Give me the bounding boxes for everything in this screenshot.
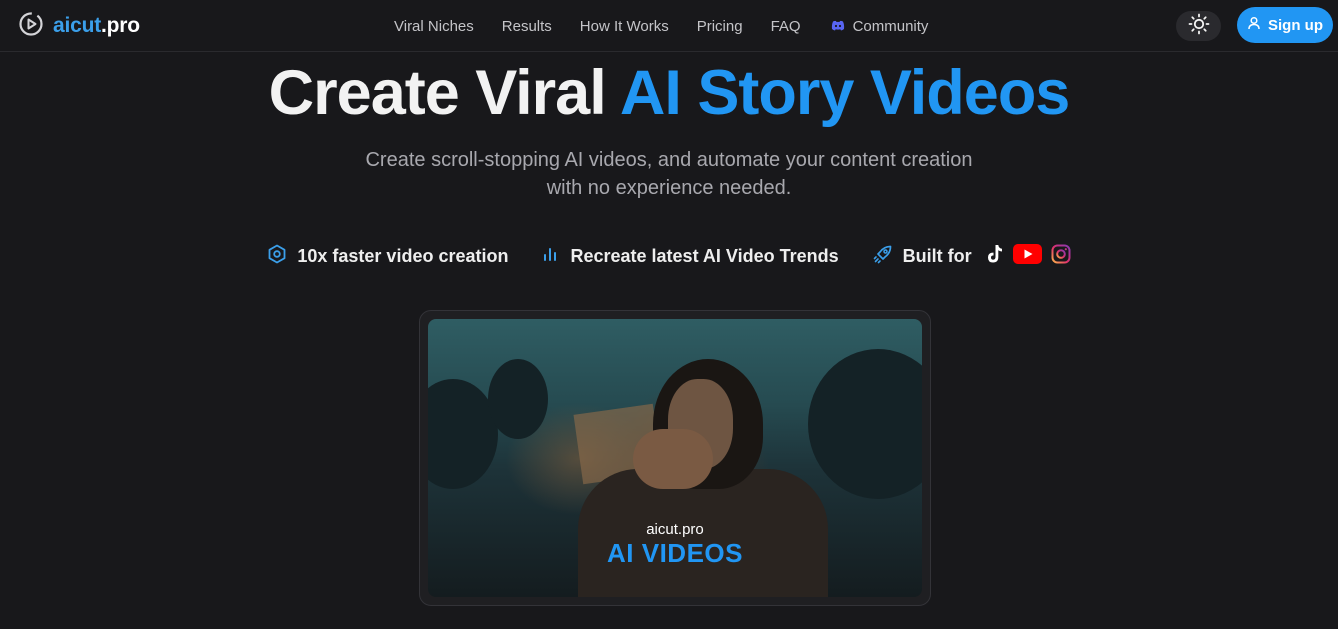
nav-links: Viral Niches Results How It Works Pricin… — [394, 0, 956, 52]
video-preview[interactable]: aicut.pro AI VIDEOS — [428, 319, 922, 597]
tree-silhouette — [808, 349, 922, 499]
theme-toggle-button[interactable] — [1176, 11, 1221, 41]
discord-icon — [831, 18, 845, 35]
nav-link-viral-niches[interactable]: Viral Niches — [394, 18, 474, 35]
signup-button[interactable]: Sign up — [1237, 7, 1333, 43]
feature-list: 10x faster video creation Recreate lates… — [0, 240, 1338, 272]
video-caption-title: AI VIDEOS — [607, 538, 743, 568]
hexagon-icon — [267, 244, 287, 269]
nav-link-faq[interactable]: FAQ — [771, 18, 801, 35]
brand-logo[interactable]: aicut.pro — [18, 11, 140, 42]
nav-link-how-it-works[interactable]: How It Works — [580, 18, 669, 35]
rocket-icon — [873, 244, 893, 269]
person-hands — [633, 429, 713, 489]
brand-name: aicut.pro — [53, 14, 140, 37]
nav-link-community-label: Community — [852, 17, 929, 35]
feature-video-trends-label: Recreate latest AI Video Trends — [570, 245, 839, 266]
feature-faster-creation: 10x faster video creation — [267, 244, 508, 269]
user-icon — [1247, 16, 1261, 34]
hero-title-white: Create Viral — [268, 58, 607, 128]
sun-icon — [1188, 13, 1210, 40]
bar-chart-icon — [542, 245, 560, 268]
social-platforms — [986, 243, 1071, 269]
video-caption-brand: aicut.pro — [646, 521, 704, 538]
feature-video-trends: Recreate latest AI Video Trends — [542, 245, 839, 268]
nav-link-community[interactable]: Community — [831, 17, 929, 35]
video-caption: aicut.pro AI VIDEOS — [428, 521, 922, 567]
tiktok-icon — [986, 244, 1004, 269]
tree-silhouette — [488, 359, 548, 439]
nav-link-pricing[interactable]: Pricing — [697, 18, 743, 35]
feature-built-for: Built for — [873, 243, 1071, 269]
top-navbar: aicut.pro Viral Niches Results How It Wo… — [0, 0, 1338, 52]
hero-subtitle: Create scroll-stopping AI videos, and au… — [319, 146, 1019, 202]
hero-title-blue: AI Story Videos — [619, 58, 1070, 128]
instagram-icon — [1051, 244, 1071, 269]
nav-link-results[interactable]: Results — [502, 18, 552, 35]
hero-subtitle-line-1: Create scroll-stopping AI videos, and au… — [365, 149, 973, 171]
play-logo-icon — [18, 11, 44, 42]
youtube-icon — [1012, 243, 1042, 269]
feature-built-for-label: Built for — [902, 245, 972, 266]
video-preview-frame: aicut.pro AI VIDEOS — [419, 310, 931, 606]
signup-label: Sign up — [1268, 16, 1323, 34]
hero-subtitle-line-2: with no experience needed. — [546, 177, 792, 199]
hero-title: Create Viral AI Story Videos — [0, 56, 1338, 130]
feature-faster-creation-label: 10x faster video creation — [297, 245, 509, 266]
